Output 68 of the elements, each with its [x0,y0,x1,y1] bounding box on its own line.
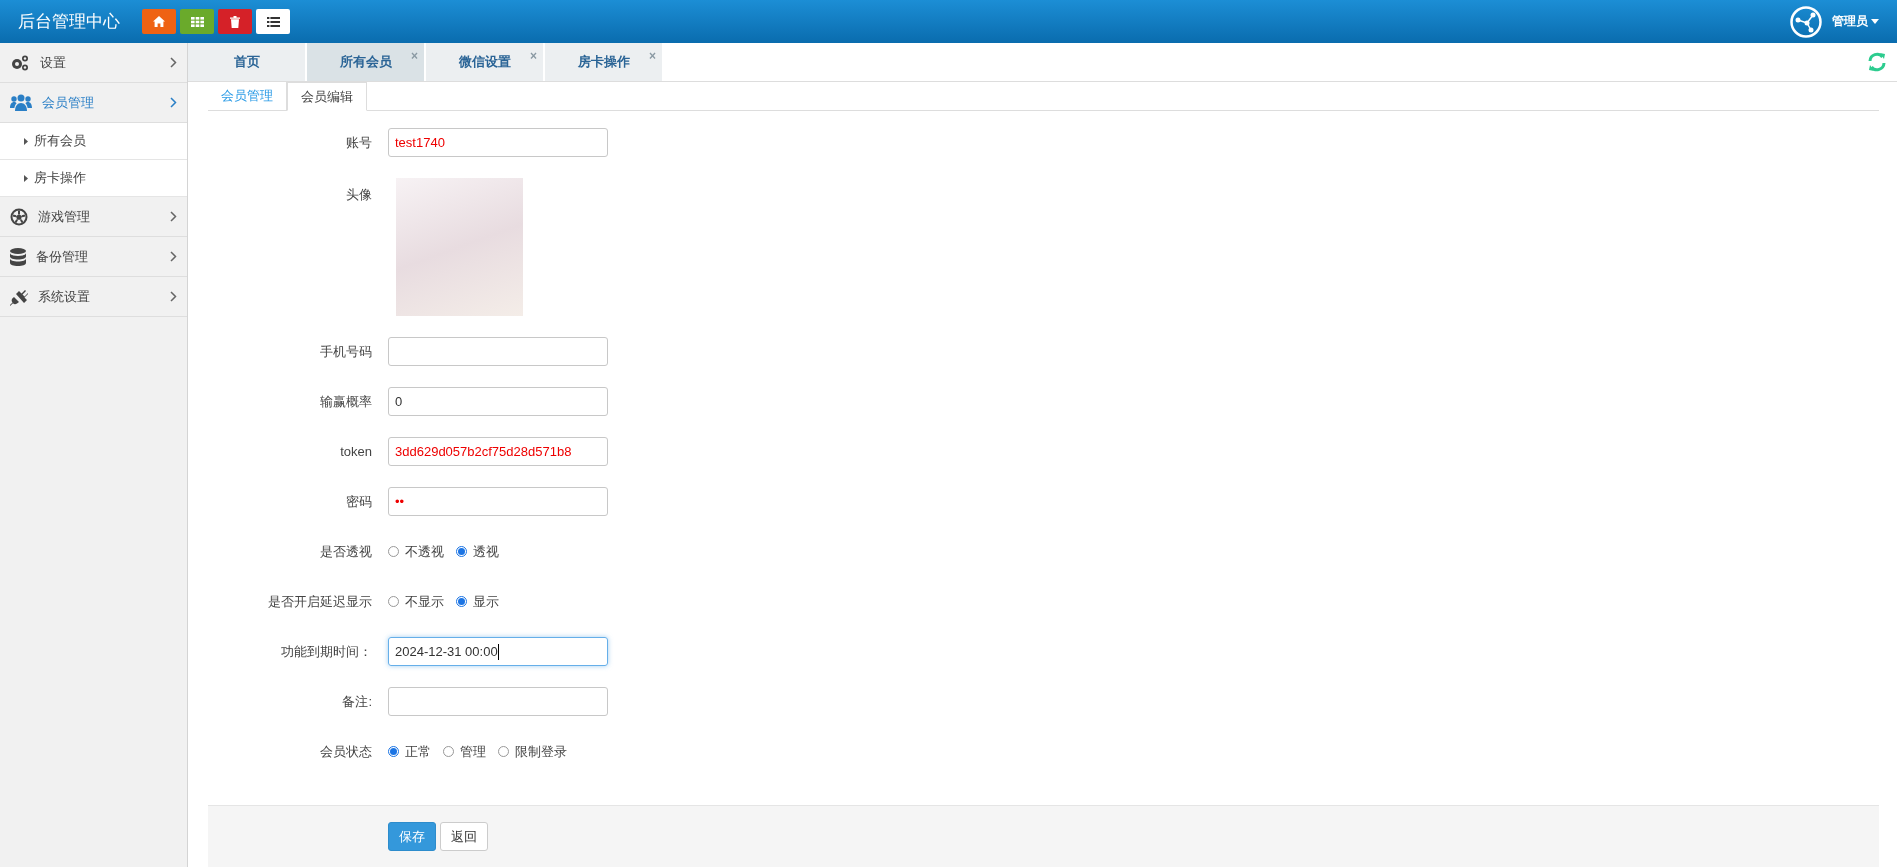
radio-label[interactable]: 管理 [460,742,486,761]
input-field[interactable]: 0 [388,387,608,416]
radio-label[interactable]: 不显示 [405,592,444,611]
radio-label[interactable]: 不透视 [405,542,444,561]
grid-icon [190,16,204,27]
home-button[interactable] [142,9,176,34]
field-label: 头像 [345,186,373,204]
field-label: 账号 [345,133,373,152]
input-field[interactable]: 3dd629d057b2cf75d28d571b8 [388,437,608,466]
radio-button[interactable] [388,746,399,757]
chevron-icon [170,57,177,68]
trash-icon [230,15,240,28]
field-label: 输赢概率 [319,392,373,411]
radio-label[interactable]: 正常 [405,742,431,761]
radio-label[interactable]: 限制登录 [515,742,567,761]
sidebar-item[interactable]: 备份管理 [0,237,187,277]
input-field[interactable] [388,337,608,366]
grid-button[interactable] [180,9,214,34]
radio-button[interactable] [456,546,467,557]
plug-icon [10,287,28,306]
content-tab[interactable]: 会员编辑 [287,82,367,111]
radio-button[interactable] [498,746,509,757]
field-label: 备注: [341,692,373,711]
field-label: 手机号码 [319,342,373,361]
chevron-icon [170,97,177,108]
field-label: 是否开启延迟显示 [267,592,373,611]
input-field[interactable] [388,687,608,716]
input-field[interactable]: 2024-12-31 00:00 [388,637,608,666]
input-field[interactable]: test1740 [388,128,608,157]
radio-button[interactable] [443,746,454,757]
chevron-icon [170,251,177,262]
refresh-icon[interactable] [1867,52,1887,72]
sidebar-item[interactable]: 游戏管理 [0,197,187,237]
field-label: 功能到期时间： [280,642,373,661]
sidebar-item[interactable]: 设置 [0,43,187,83]
page-tab[interactable]: 所有会员 × [307,43,424,81]
trash-button[interactable] [218,9,252,34]
page-tab[interactable]: 微信设置 × [426,43,543,81]
back-button[interactable]: 返回 [440,822,488,851]
field-label: 会员状态 [319,742,373,761]
sidebar-subitem[interactable]: 房卡操作 [0,160,187,197]
gears-icon [10,53,30,72]
triangle-icon [24,137,28,145]
app-title: 后台管理中心 [18,11,120,33]
list-icon [266,16,280,27]
users-icon [10,94,32,111]
user-menu[interactable]: 管理员 [1832,13,1879,30]
radio-button[interactable] [456,596,467,607]
chevron-icon [170,291,177,302]
triangle-icon [24,174,28,182]
chevron-icon [170,211,177,222]
radio-button[interactable] [388,546,399,557]
radio-label[interactable]: 透视 [473,542,499,561]
sidebar-item[interactable]: 系统设置 [0,277,187,317]
field-label: token [339,444,373,459]
radio-button[interactable] [388,596,399,607]
page-tab[interactable]: 首页 [188,43,305,81]
radio-label[interactable]: 显示 [473,592,499,611]
sidebar-subitem[interactable]: 所有会员 [0,123,187,160]
avatar-icon[interactable] [1790,5,1822,38]
home-icon [153,16,165,27]
page-tab[interactable]: 房卡操作 × [545,43,662,81]
caret-icon [1871,19,1879,24]
input-field[interactable]: •• [388,487,608,516]
list-button[interactable] [256,9,290,34]
field-label: 密码 [345,492,373,511]
field-label: 是否透视 [319,542,373,561]
database-icon [10,247,26,266]
